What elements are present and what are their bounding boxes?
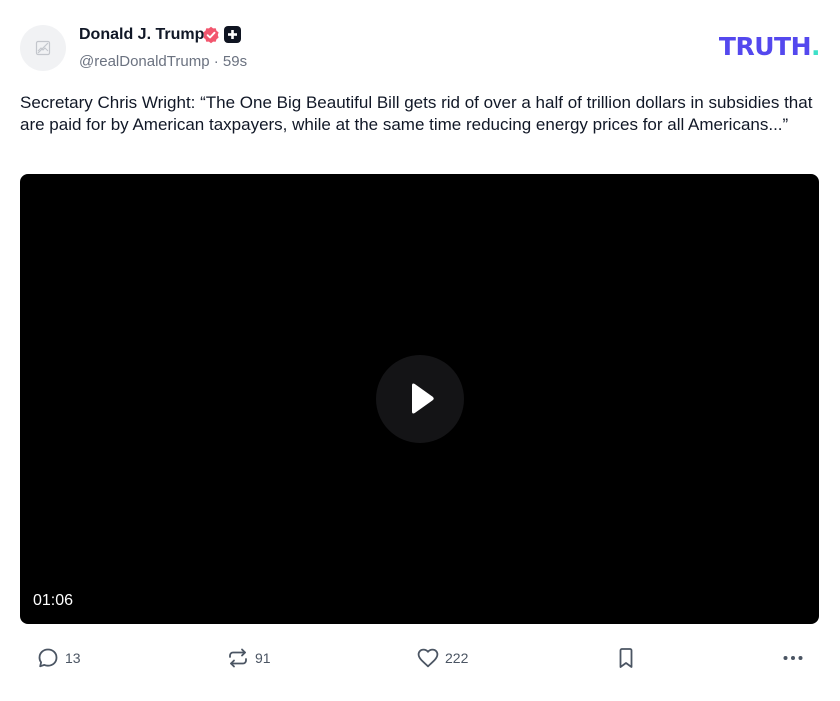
meta-separator: ·: [213, 53, 219, 70]
reply-count: 13: [65, 650, 81, 666]
more-options-button[interactable]: [781, 640, 805, 676]
play-icon: [412, 383, 434, 414]
image-placeholder-icon: [35, 40, 51, 56]
action-bar: 13 91 222: [0, 640, 840, 676]
video-player[interactable]: 01:06: [20, 174, 819, 624]
reply-icon: [38, 648, 58, 668]
reply-button[interactable]: 13: [36, 640, 81, 676]
truth-plus-badge-icon: [224, 26, 241, 43]
truth-post: Donald J. Trump @realDonaldTrump · 59s T…: [0, 0, 840, 701]
author-handle[interactable]: @realDonaldTrump: [79, 53, 210, 70]
like-button[interactable]: 222: [416, 640, 468, 676]
truth-logo[interactable]: TRUTH.: [718, 32, 821, 61]
retruth-icon: [229, 648, 247, 668]
logo-text: TRUTH: [718, 32, 812, 61]
like-icon: [417, 648, 439, 668]
more-icon: [783, 656, 803, 660]
play-button[interactable]: [376, 355, 464, 443]
video-duration: 01:06: [33, 592, 74, 609]
bookmark-icon: [619, 648, 633, 668]
like-count: 222: [445, 650, 469, 666]
post-text: Secretary Chris Wright: “The One Big Bea…: [20, 93, 813, 134]
retruth-count: 91: [255, 650, 271, 666]
author-name[interactable]: Donald J. Trump: [79, 25, 204, 45]
author-meta: @realDonaldTrump · 59s: [79, 52, 247, 72]
verified-badge-icon: [202, 26, 220, 44]
bookmark-button[interactable]: [614, 640, 638, 676]
post-timestamp[interactable]: 59s: [223, 53, 247, 70]
logo-dot: .: [811, 32, 821, 61]
retruth-button[interactable]: 91: [226, 640, 271, 676]
avatar[interactable]: [20, 25, 66, 71]
